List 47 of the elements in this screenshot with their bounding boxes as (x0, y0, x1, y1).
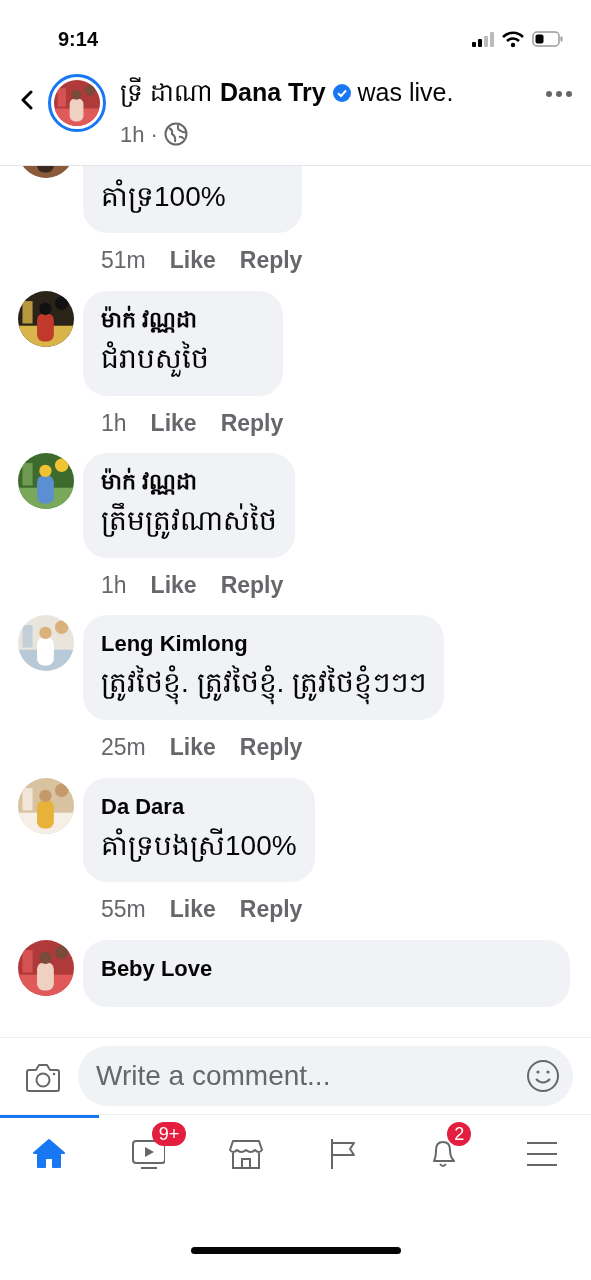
reply-link[interactable]: Reply (220, 405, 284, 441)
comment-text: គាំទ្រ100% (101, 178, 226, 215)
reply-link[interactable]: Reply (239, 892, 303, 927)
comment-text: គាំទ្របងស្រី100% (101, 827, 297, 864)
more-icon (545, 90, 573, 98)
like-link[interactable]: Like (169, 892, 216, 927)
notification-count: 9+ (151, 1122, 187, 1146)
comment-author[interactable]: ម៉ាក់ វណ្ណដា (101, 465, 198, 499)
comment-author[interactable]: ម៉ាក់ វណ្ណដា (101, 302, 198, 336)
page-name-local: ទ្រី ដាណា (120, 76, 213, 109)
comment-time: 55m (101, 895, 146, 925)
battery-icon (532, 31, 563, 47)
comment-author[interactable]: Leng Kimlong (101, 627, 248, 661)
post-time: 1h (120, 120, 145, 149)
signal-icon (472, 31, 494, 47)
store-icon (229, 1137, 264, 1171)
home-icon (32, 1137, 67, 1171)
separator-dot: · (150, 120, 158, 149)
like-link[interactable]: Like (169, 243, 216, 278)
like-link[interactable]: Like (150, 567, 197, 603)
comment-field[interactable]: Write a comment... (78, 1046, 573, 1106)
globe-icon (163, 122, 188, 146)
reply-link[interactable]: Reply (239, 243, 303, 278)
reply-link[interactable]: Reply (239, 730, 303, 765)
like-link[interactable]: Like (150, 405, 197, 441)
comment-author[interactable]: Da Dara (101, 789, 185, 823)
nav-tab[interactable]: 9+ (98, 1115, 197, 1190)
back-icon (20, 90, 34, 110)
notification-count: 2 (447, 1122, 472, 1146)
comment-text: ជំរាបសួថៃ (101, 339, 209, 378)
comment-time: 25m (101, 733, 146, 763)
page-name[interactable]: Dana Try (219, 74, 326, 112)
post-action: was live. (357, 77, 454, 108)
back-button[interactable] (20, 90, 34, 110)
reply-link[interactable]: Reply (220, 567, 284, 603)
more-button[interactable] (545, 90, 573, 98)
wifi-icon (502, 30, 524, 48)
like-link[interactable]: Like (169, 730, 216, 765)
comment-time: 1h (101, 408, 127, 438)
comment-text: ត្រឹមត្រូវណាស់ថៃ (101, 502, 277, 540)
nav-tab[interactable]: 2 (394, 1115, 493, 1190)
comment-text: ត្រូវថៃខ្ញុំ. ត្រូវថៃខ្ញុំ. ត្រូវថៃខ្ញុំៗៗៗ (101, 664, 427, 703)
comment-time: 1h (101, 570, 127, 600)
emoji-icon[interactable] (527, 1060, 559, 1092)
comment-time: 51m (101, 246, 146, 276)
clock-time: 9:14 (58, 27, 99, 52)
comment-author[interactable]: Beby Love (101, 952, 213, 985)
